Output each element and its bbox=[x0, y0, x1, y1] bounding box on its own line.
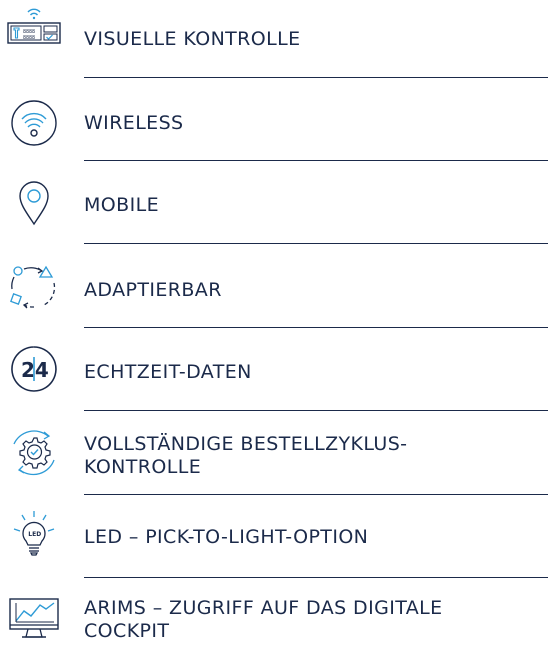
feature-label: WIRELESS bbox=[84, 112, 184, 134]
led-bulb-icon: LED bbox=[4, 511, 60, 559]
feature-label: ECHTZEIT-DATEN bbox=[84, 361, 252, 383]
divider bbox=[84, 327, 548, 328]
feature-label-line2: KONTROLLE bbox=[84, 456, 202, 478]
divider bbox=[84, 410, 548, 411]
feature-label: LED – PICK-TO-LIGHT-OPTION bbox=[84, 526, 369, 548]
feature-list: 8888 8888 VISUELLE KONTROLLE WIRELESS MO… bbox=[0, 0, 549, 650]
divider bbox=[84, 77, 548, 78]
feature-label-line2: COCKPIT bbox=[84, 620, 170, 642]
divider bbox=[84, 577, 548, 578]
adaptive-cycle-icon bbox=[4, 263, 60, 311]
divider bbox=[84, 494, 548, 495]
divider bbox=[84, 243, 548, 244]
realtime-24-icon: 24 bbox=[4, 345, 60, 393]
location-pin-icon bbox=[4, 180, 60, 228]
svg-text:LED: LED bbox=[28, 531, 41, 538]
feature-label: MOBILE bbox=[84, 194, 159, 216]
svg-text:8888: 8888 bbox=[23, 35, 35, 41]
feature-label: VISUELLE KONTROLLE bbox=[84, 28, 301, 50]
feature-label: ADAPTIERBAR bbox=[84, 279, 222, 301]
visual-control-panel-icon: 8888 8888 bbox=[4, 6, 61, 54]
monitor-chart-icon bbox=[4, 593, 60, 641]
svg-text:24: 24 bbox=[21, 358, 49, 382]
feature-label-line1: ARIMS – ZUGRIFF AUF DAS DIGITALE bbox=[84, 597, 443, 619]
feature-label-line1: VOLLSTÄNDIGE BESTELLZYKLUS- bbox=[84, 433, 408, 455]
gear-check-cycle-icon bbox=[4, 428, 60, 476]
divider bbox=[84, 160, 548, 161]
wireless-icon bbox=[4, 99, 60, 147]
